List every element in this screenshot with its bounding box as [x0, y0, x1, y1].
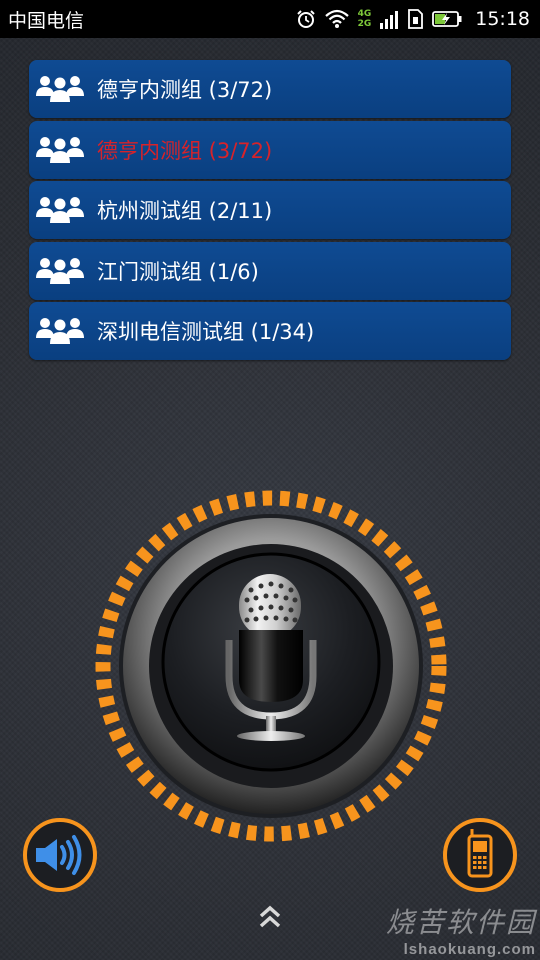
mobile-phone-icon: [443, 818, 517, 892]
group-list-item[interactable]: 德亨内测组 (3/72): [29, 120, 511, 179]
network-type: 4G 2G: [358, 9, 372, 29]
double-chevron-up-icon: [259, 905, 281, 928]
wifi-icon: [324, 9, 349, 28]
group-users-icon: [35, 195, 85, 225]
screen: 中国电信 4G 2G 15:18 德亨内测组 (3/72) 德亨内测组 (3/7…: [0, 0, 540, 960]
group-label: 德亨内测组 (3/72): [97, 78, 273, 102]
push-to-talk-button[interactable]: [85, 480, 457, 852]
sim-card-icon: [408, 9, 424, 29]
group-list-item[interactable]: 深圳电信测试组 (1/34): [29, 302, 511, 360]
group-users-icon: [35, 74, 85, 104]
speaker-button[interactable]: [22, 817, 98, 893]
group-label: 杭州测试组 (2/11): [97, 199, 273, 223]
group-list: 德亨内测组 (3/72) 德亨内测组 (3/72) 杭州测试组 (2/11) 江门测试…: [29, 60, 511, 363]
group-label: 江门测试组 (1/6): [97, 259, 259, 284]
battery-charging-icon: [432, 11, 462, 27]
group-users-icon: [35, 316, 85, 346]
group-list-item[interactable]: 杭州测试组 (2/11): [29, 181, 511, 239]
group-list-item[interactable]: 江门测试组 (1/6): [29, 241, 511, 300]
status-bar: 中国电信 4G 2G 15:18: [0, 0, 540, 38]
group-users-icon: [35, 135, 85, 165]
carrier-name: 中国电信: [8, 9, 85, 32]
group-list-item[interactable]: 德亨内测组 (3/72): [29, 60, 511, 118]
expand-panel-button[interactable]: [255, 900, 285, 934]
status-icons: 4G 2G 15:18: [296, 0, 530, 38]
watermark-url: lshaokuang.com: [403, 941, 536, 958]
status-time: 15:18: [475, 8, 530, 30]
network-type-bottom: 2G: [357, 19, 372, 29]
group-users-icon: [35, 256, 85, 286]
alarm-icon: [296, 10, 315, 28]
phone-call-button[interactable]: [442, 817, 518, 893]
watermark: 烧苦软件园 lshaokuang.com: [386, 901, 536, 958]
signal-icon: [380, 11, 399, 29]
speaker-icon: [23, 818, 97, 892]
network-type-top: 4G: [357, 9, 372, 19]
group-label: 德亨内测组 (3/72): [97, 138, 273, 163]
watermark-text: 烧苦软件园: [385, 906, 536, 939]
ptt-graphic: [95, 490, 447, 842]
group-label: 深圳电信测试组 (1/34): [97, 320, 315, 344]
